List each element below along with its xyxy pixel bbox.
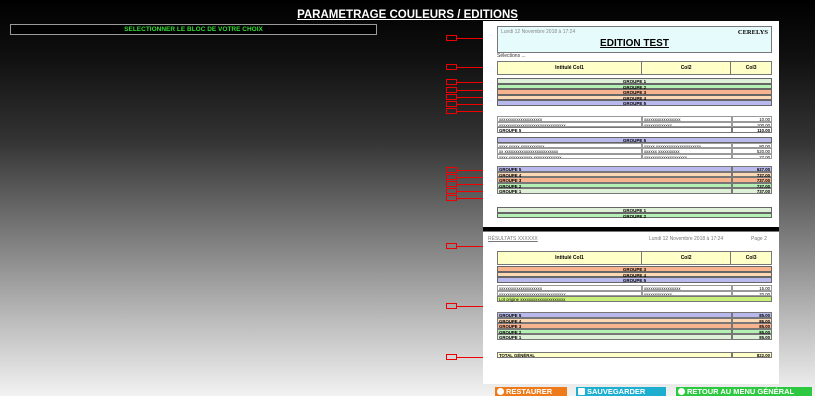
lot-row[interactable]: Lot origine xxxxxxxxxxxxxxxxxxxxx — [497, 296, 772, 302]
color-swatch-icon — [446, 188, 457, 194]
block-select[interactable]: SELECTIONNER LE BLOC DE VOTRE CHOIX — [10, 24, 377, 35]
table-cell: xxxxxxxxxxxxxxxxxxxx — [642, 153, 732, 159]
edition-preview-page1: Lundi 12 Novembre 2018 à 17:24 CERELYS E… — [483, 21, 779, 228]
edition-title: EDITION TEST — [600, 38, 669, 49]
selections-text: Sélections ... — [497, 53, 526, 59]
restore-icon — [497, 388, 504, 395]
table-cell: 27.00 — [732, 153, 772, 159]
subtotal-value: 110.00 — [732, 127, 772, 133]
color-swatch-icon — [446, 79, 457, 85]
table-row: xxxx xxxxxxxxxxx xxxxxxxxxxxxx xxxxxxxxxx… — [497, 153, 772, 159]
subtotal-label: GROUPE 1 — [497, 188, 732, 194]
lot-label: Lot origine xxxxxxxxxxxxxxxxxxxxx — [497, 296, 772, 302]
back-to-menu-button[interactable]: RETOUR AU MENU GÉNÉRAL — [676, 387, 812, 396]
color-swatch-icon — [446, 354, 457, 360]
color-swatch-icon — [446, 35, 457, 41]
column-header: Intitulé Col1 — [498, 252, 642, 264]
color-swatch-icon — [446, 167, 457, 173]
subtotal-row[interactable]: TOTAL GÉNÉRAL 822.00 — [497, 352, 772, 358]
subtotal-row[interactable]: GROUPE 5 110.00 — [497, 127, 772, 133]
subtotal-label: GROUPE 1 — [497, 334, 732, 340]
page-separator — [483, 227, 779, 231]
group-header-row[interactable]: GROUPE 5 — [497, 137, 772, 143]
group-header-row[interactable]: GROUPE 2 — [497, 212, 772, 219]
column-header: Col2 — [642, 62, 732, 74]
edition-preview-page2: RÉSULTATS XXXXXX Lundi 12 Novembre 2018 … — [483, 232, 779, 384]
group-header-row[interactable]: GROUPE 5 — [497, 277, 772, 283]
color-swatch-icon — [446, 181, 457, 187]
edition-date: Lundi 12 Novembre 2018 à 17:24 — [501, 29, 576, 35]
subtotal-row[interactable]: GROUPE 1 85.00 — [497, 334, 772, 340]
results-label[interactable]: RÉSULTATS XXXXXX — [488, 236, 538, 242]
color-swatch-icon — [446, 195, 457, 201]
column-header: Col3 — [745, 65, 757, 71]
color-swatch-icon — [446, 174, 457, 180]
color-swatch-icon — [446, 87, 457, 93]
column-header: Col2 — [642, 252, 732, 264]
color-swatch-icon — [446, 243, 457, 249]
table-cell: xxxx xxxxxxxxxxx xxxxxxxxxxxxx — [497, 153, 642, 159]
restore-button[interactable]: RESTAURER — [495, 387, 567, 396]
subtotal-label: GROUPE 5 — [497, 127, 732, 133]
page-title: PARAMETRAGE COULEURS / EDITIONS — [297, 9, 518, 21]
subtotal-value: 822.00 — [732, 352, 772, 358]
save-button[interactable]: SAUVEGARDER — [576, 387, 666, 396]
subtotal-label: TOTAL GÉNÉRAL — [497, 352, 732, 358]
edition-header[interactable]: Lundi 12 Novembre 2018 à 17:24 CERELYS E… — [497, 26, 772, 53]
column-header: Intitulé Col1 — [498, 62, 642, 74]
page2-date[interactable]: Lundi 12 Novembre 2018 à 17:24 — [649, 236, 723, 242]
group-header-row[interactable]: GROUPE 5 — [497, 100, 772, 106]
column-header: Col3 — [745, 255, 757, 261]
column-header-row[interactable]: Intitulé Col1 Col2 Col3 — [497, 61, 772, 75]
color-swatch-icon — [446, 101, 457, 107]
subtotal-row[interactable]: GROUPE 1 737.00 — [497, 188, 772, 194]
page-number[interactable]: Page 2 — [751, 236, 767, 242]
color-swatch-icon — [446, 303, 457, 309]
save-icon — [578, 388, 585, 395]
home-icon — [678, 388, 685, 395]
color-swatch-icon — [446, 108, 457, 114]
subtotal-value: 737.00 — [732, 188, 772, 194]
color-swatch-icon — [446, 94, 457, 100]
color-swatch-icon — [446, 64, 457, 70]
subtotal-value: 85.00 — [732, 334, 772, 340]
company-name: CERELYS — [737, 29, 768, 36]
